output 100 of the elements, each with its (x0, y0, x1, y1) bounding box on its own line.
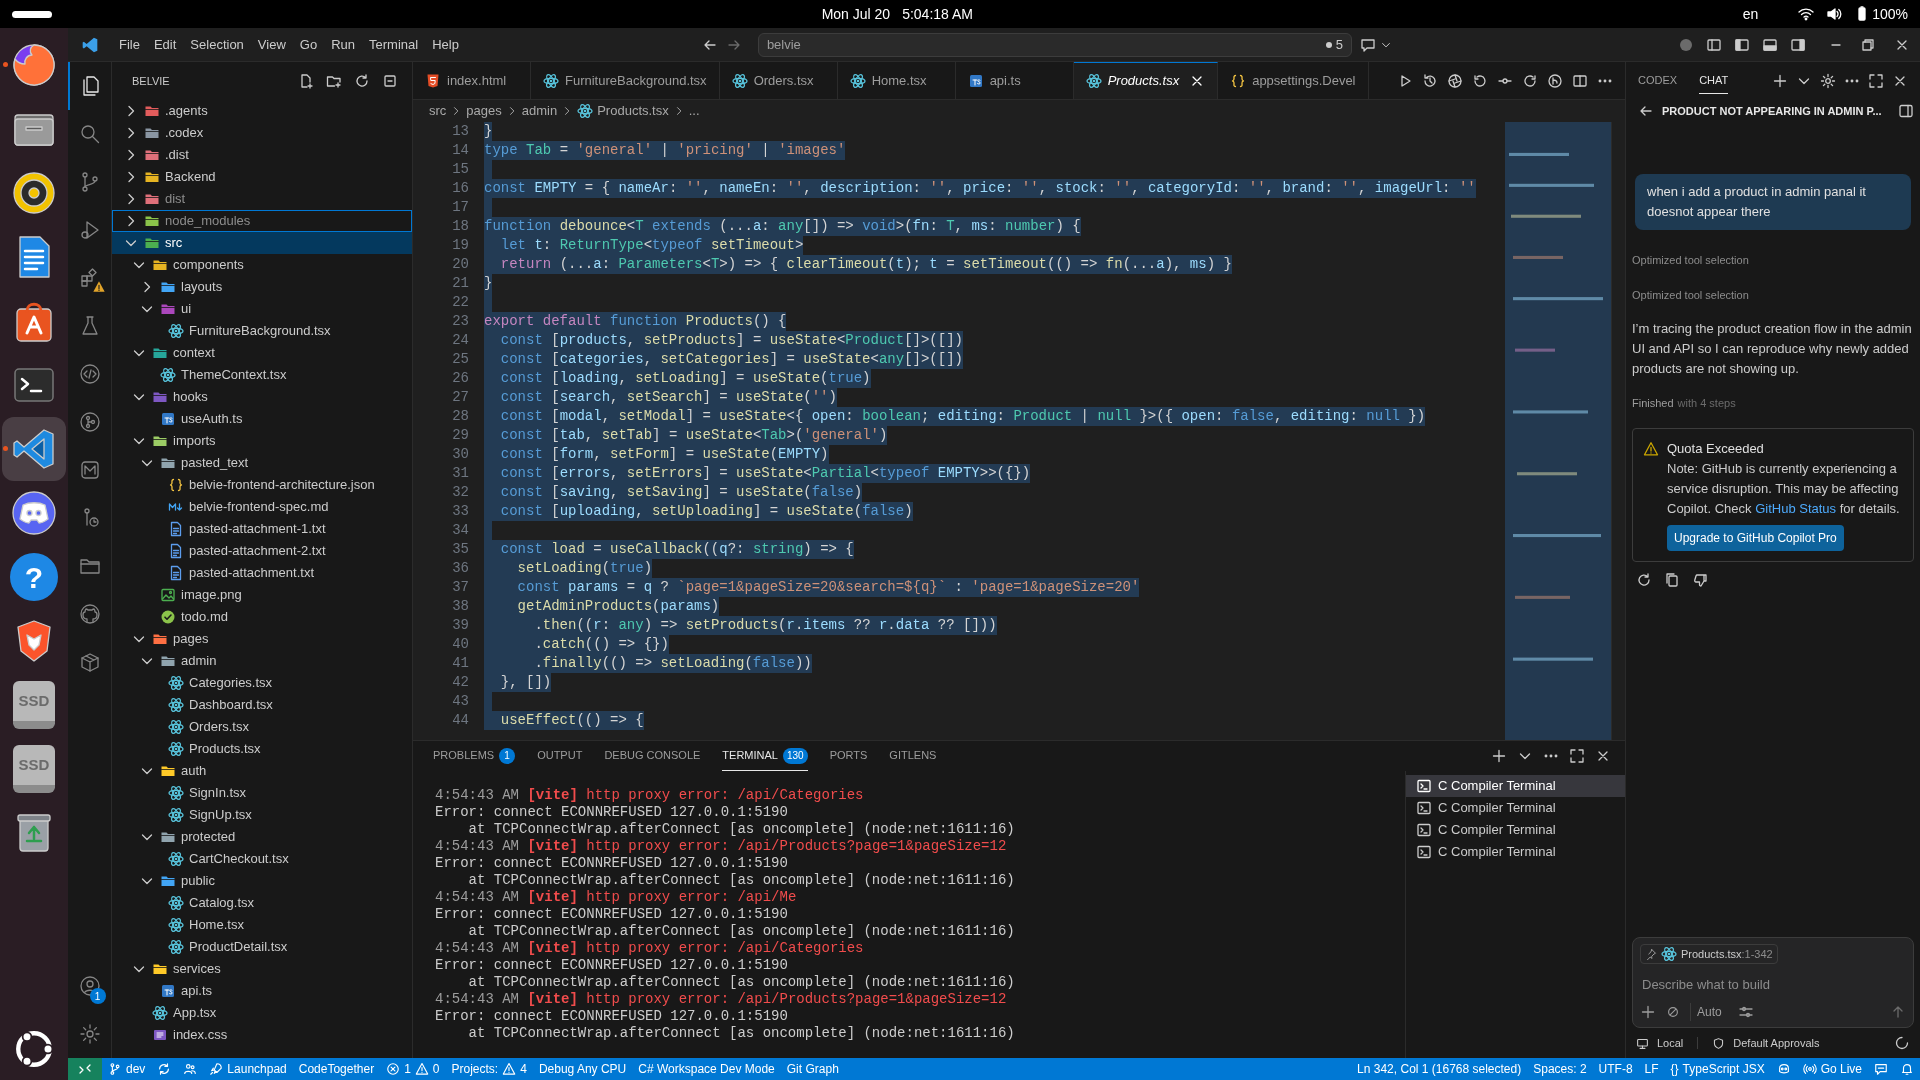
git-branch-icon[interactable] (77, 410, 102, 434)
retry-icon[interactable] (1636, 571, 1652, 588)
editor-tab[interactable]: index.html (413, 62, 531, 99)
menu-item[interactable]: Go (292, 31, 325, 58)
restore-icon[interactable] (1860, 36, 1876, 53)
language-indicator[interactable]: en (1742, 3, 1759, 25)
approvals-picker[interactable]: Default Approvals (1733, 1034, 1820, 1052)
refresh-icon[interactable] (354, 73, 370, 89)
menu-item[interactable]: File (112, 31, 147, 58)
panel-layout-icon[interactable] (1706, 36, 1722, 53)
status-item[interactable]: Debug Any CPU (532, 1058, 633, 1080)
side-panel-icon[interactable] (1897, 103, 1914, 119)
file-entry[interactable]: ThemeContext.tsx (112, 364, 412, 386)
file-entry[interactable]: pasted-attachment.txt (112, 562, 412, 584)
breadcrumb-item[interactable]: pages (466, 101, 502, 121)
aperture-icon[interactable] (1447, 72, 1463, 89)
editor-tab[interactable]: api.ts (955, 62, 1074, 99)
file-entry[interactable]: SignIn.tsx (112, 782, 412, 804)
new-folder-icon[interactable] (326, 73, 342, 89)
file-entry[interactable]: App.tsx (112, 1002, 412, 1024)
panel-tab[interactable]: CHAT (1699, 68, 1729, 94)
status-item[interactable]: Projects: 4 (445, 1058, 533, 1080)
folder-item[interactable]: context (112, 342, 412, 364)
menu-item[interactable]: Selection (183, 31, 251, 58)
folder-item[interactable]: node_modules (112, 210, 412, 232)
plus-icon[interactable] (1772, 73, 1788, 89)
split-editor-icon[interactable] (1572, 72, 1588, 89)
folder-item[interactable]: public (112, 870, 412, 892)
status-item[interactable]: Spaces: 2 (1527, 1058, 1593, 1080)
menu-item[interactable]: Help (425, 31, 466, 58)
folder-item[interactable]: Backend (112, 166, 412, 188)
folder-item[interactable]: imports (112, 430, 412, 452)
file-entry[interactable]: CartCheckout.tsx (112, 848, 412, 870)
file-entry[interactable]: index.css (112, 1024, 412, 1046)
breadcrumb-item[interactable]: src (429, 101, 447, 121)
minimap[interactable] (1505, 122, 1611, 740)
status-link[interactable]: GitHub Status (1755, 500, 1837, 516)
status-item[interactable]: Launchpad (203, 1058, 293, 1080)
file-entry[interactable]: useAuth.ts (112, 408, 412, 430)
terminal-list-item[interactable]: C Compiler Terminal (1406, 797, 1625, 819)
panel-tab[interactable]: DEBUG CONSOLE (604, 741, 701, 771)
settings-icon[interactable] (1820, 73, 1836, 89)
folder-item[interactable]: layouts (112, 276, 412, 298)
right-sidebar-icon[interactable] (1790, 36, 1806, 53)
folder-item[interactable]: services (112, 958, 412, 980)
speaker-icon[interactable] (1826, 6, 1843, 22)
code-circle-icon[interactable] (77, 362, 102, 386)
account-icon[interactable] (77, 974, 102, 998)
clock-text[interactable]: 5:04:18 AM (902, 3, 973, 25)
folder-item[interactable]: dist (112, 188, 412, 210)
file-entry[interactable]: belvie-frontend-spec.md (112, 496, 412, 518)
status-item[interactable]: Git Graph (780, 1058, 845, 1080)
status-item[interactable]: {} TypeScript JSX (1664, 1058, 1771, 1080)
editor-tab[interactable]: Products.tsx (1073, 62, 1219, 99)
breadcrumb-item[interactable]: Products.tsx (597, 101, 669, 121)
file-entry[interactable]: pasted-attachment-1.txt (112, 518, 412, 540)
chat-input[interactable]: Products.tsx:1-342 Describe what to build Auto (1632, 937, 1914, 1028)
plus-icon[interactable] (1491, 748, 1507, 764)
file-entry[interactable]: Dashboard.tsx (112, 694, 412, 716)
file-entry[interactable]: api.ts (112, 980, 412, 1002)
folder-item[interactable]: .dist (112, 144, 412, 166)
mode-picker[interactable]: Auto (1690, 1003, 1728, 1021)
status-item[interactable]: CodeTogether (292, 1058, 381, 1080)
file-entry[interactable]: SignUp.tsx (112, 804, 412, 826)
editor-tab[interactable]: appsettings.Devel (1218, 62, 1369, 99)
status-item[interactable]: LF (1638, 1058, 1665, 1080)
collapse-all-icon[interactable] (382, 73, 398, 89)
editor-tab[interactable]: Home.tsx (837, 62, 956, 99)
file-entry[interactable]: pasted-attachment-2.txt (112, 540, 412, 562)
left-sidebar-icon[interactable] (1734, 36, 1750, 53)
file-entry[interactable]: belvie-frontend-architecture.json (112, 474, 412, 496)
folder-item[interactable]: src (112, 232, 412, 254)
terminal-list-item[interactable]: C Compiler Terminal (1406, 841, 1625, 863)
folder-item[interactable]: .agents (112, 100, 412, 122)
file-entry[interactable]: image.png (112, 584, 412, 606)
folder-item[interactable]: admin (112, 650, 412, 672)
account-circle-icon[interactable] (1678, 36, 1694, 53)
file-entry[interactable]: todo.md (112, 606, 412, 628)
status-item[interactable]: 1 0 (380, 1058, 446, 1080)
file-entry[interactable]: Orders.tsx (112, 716, 412, 738)
folder-item[interactable]: pasted_text (112, 452, 412, 474)
panel-tab[interactable]: GITLENS (889, 741, 937, 771)
breadcrumb-item[interactable]: admin (521, 101, 558, 121)
status-item[interactable]: Ln 342, Col 1 (16768 selected) (1351, 1058, 1528, 1080)
github-icon[interactable] (77, 602, 102, 626)
status-item[interactable]: UTF-8 (1592, 1058, 1639, 1080)
panel-tab[interactable]: PROBLEMS 1 (433, 741, 516, 771)
panel-tab[interactable]: OUTPUT (537, 741, 583, 771)
panel-tab[interactable]: PORTS (829, 741, 868, 771)
menu-item[interactable]: Terminal (362, 31, 426, 58)
new-file-icon[interactable] (298, 73, 314, 89)
folder-item[interactable]: hooks (112, 386, 412, 408)
logo-icon[interactable] (13, 1028, 55, 1070)
thumbs-down-icon[interactable] (1692, 571, 1708, 588)
command-center-search[interactable]: belvie 5 (757, 32, 1352, 57)
panel-tab[interactable]: TERMINAL 130 (722, 741, 808, 771)
folder-item[interactable]: components (112, 254, 412, 276)
menu-item[interactable]: Run (324, 31, 362, 58)
bottom-panel-icon[interactable] (1762, 36, 1778, 53)
chat-icon[interactable] (1359, 36, 1376, 53)
